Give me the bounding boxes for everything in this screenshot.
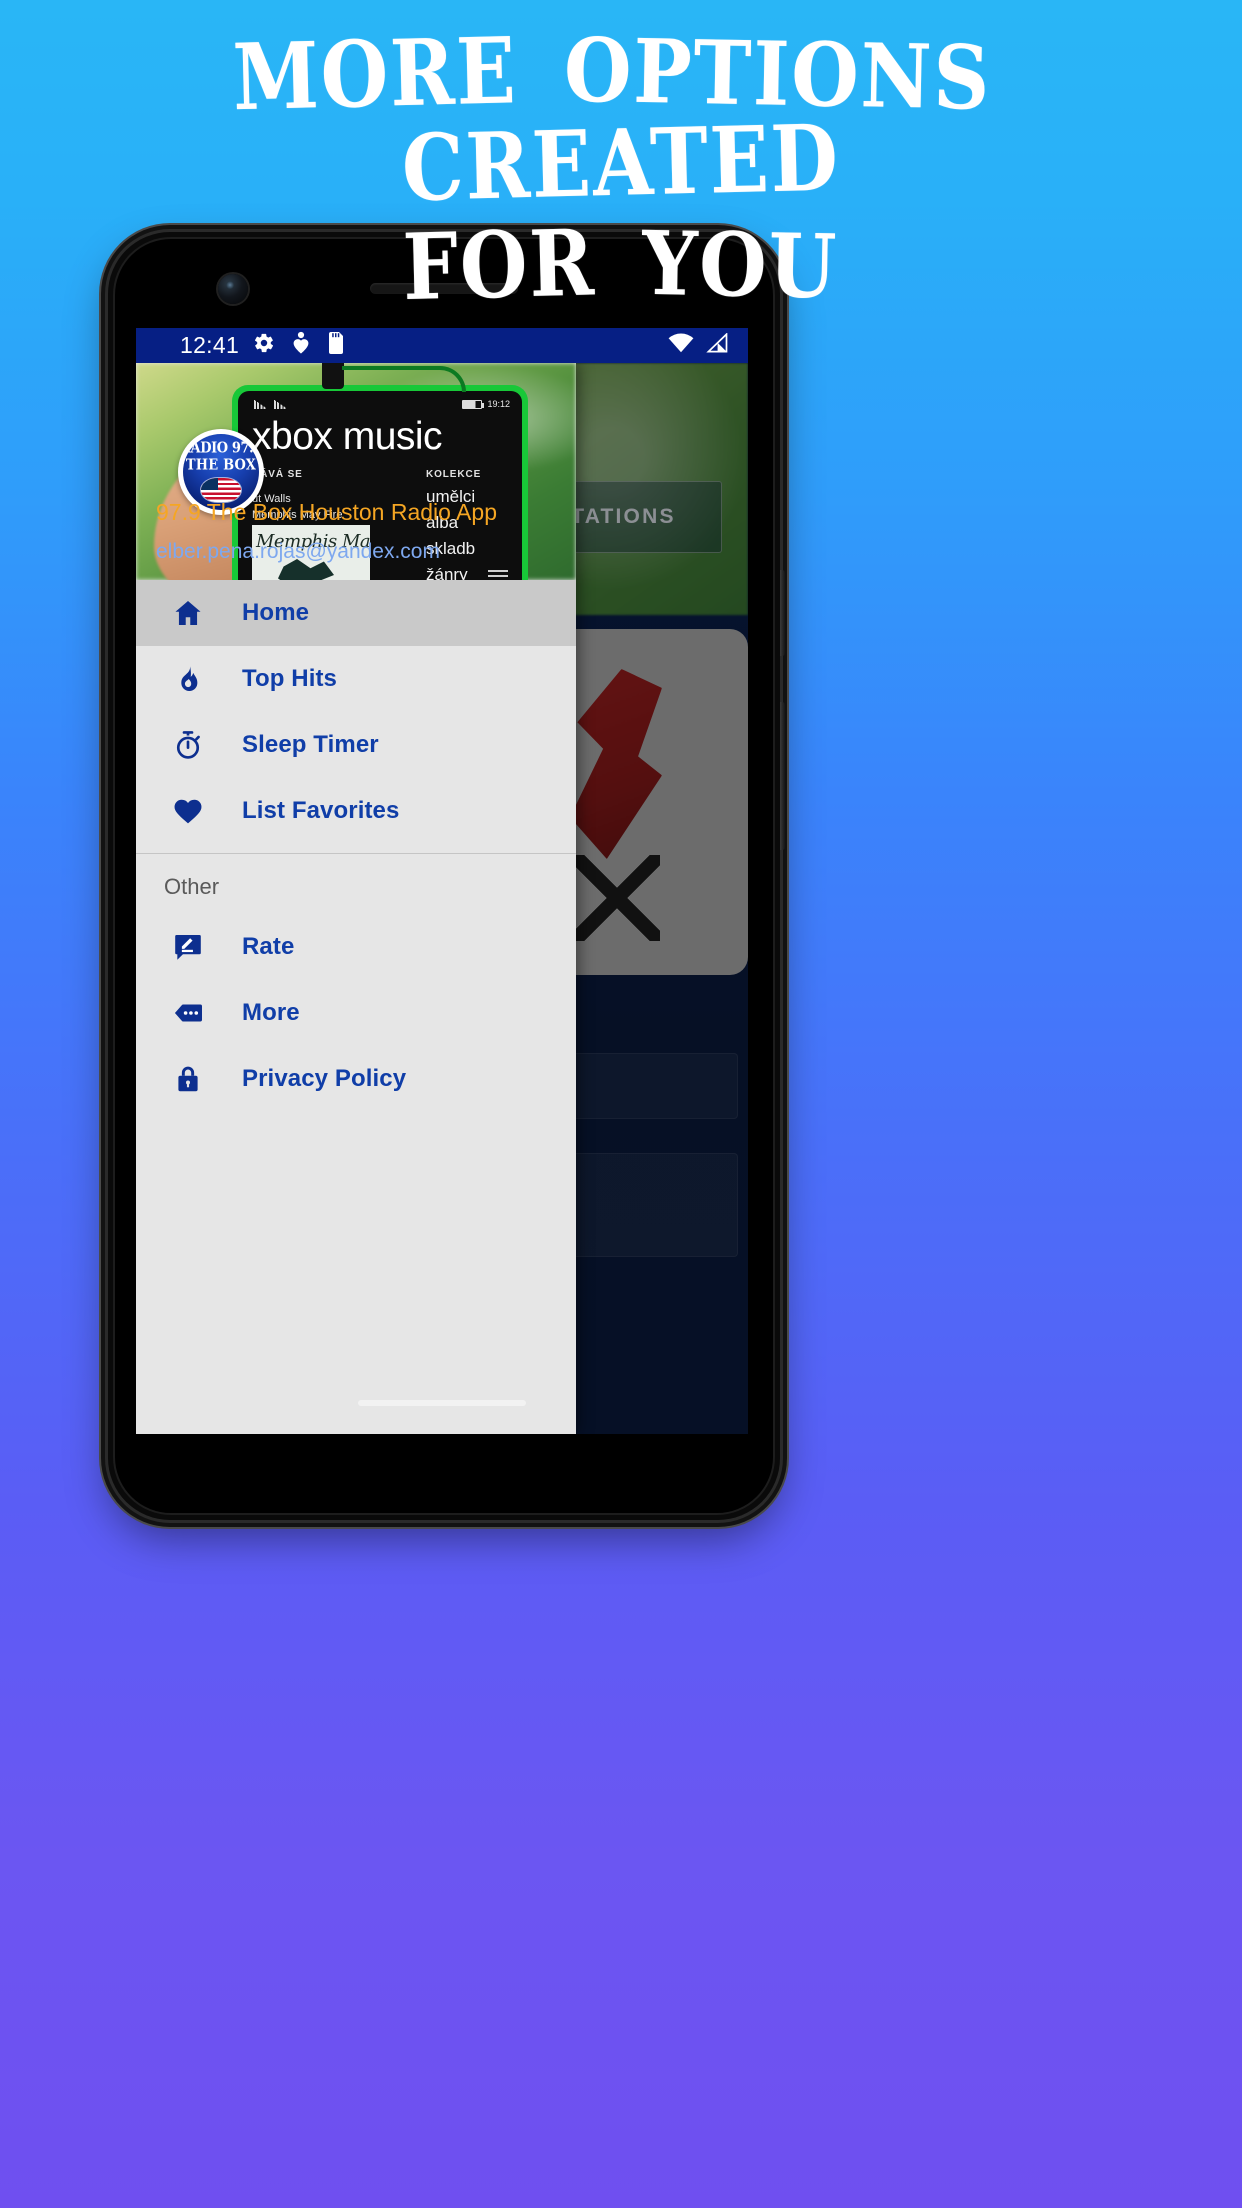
status-bar-right-icons — [668, 332, 734, 358]
drawer-menu: Home Top Hits Sleep Timer List Favorites… — [136, 580, 576, 1434]
status-bar-left-icons — [253, 331, 345, 360]
phone-mockup: 12:41 STATIONS 19:12 xbox music RÁVÁ SE … — [108, 232, 785, 1520]
photo-phone-signal-icon — [254, 399, 287, 409]
gear-icon — [253, 332, 275, 359]
station-logo-line-1: RADIO 97.9 — [183, 439, 259, 458]
photo-phone-statusbar: 19:12 — [254, 399, 510, 409]
sidebar-item-label: More — [242, 999, 300, 1026]
sidebar-item-home[interactable]: Home — [136, 580, 576, 646]
drawer-section-label: Other — [164, 874, 220, 899]
sd-card-icon — [327, 331, 345, 360]
earpiece-speaker — [370, 283, 518, 294]
headline-word: Created — [400, 105, 842, 223]
wifi-icon — [668, 333, 694, 358]
gesture-home-indicator[interactable] — [358, 1400, 526, 1406]
sidebar-item-label: Home — [242, 599, 310, 626]
sidebar-item-label: Sleep Timer — [242, 731, 379, 758]
sidebar-item-label: List Favorites — [242, 797, 400, 824]
sidebar-item-privacy-policy[interactable]: Privacy Policy — [136, 1046, 576, 1112]
photo-phone-clock-group: 19:12 — [462, 399, 510, 409]
status-bar-clock: 12:41 — [180, 332, 240, 358]
sidebar-item-top-hits[interactable]: Top Hits — [136, 646, 576, 712]
front-camera-icon — [218, 274, 248, 304]
battery-icon — [462, 399, 485, 409]
headline-word: More — [231, 17, 519, 132]
sidebar-item-list-favorites[interactable]: List Favorites — [136, 778, 576, 844]
phone-power-button[interactable] — [780, 570, 785, 656]
photo-phone-clock: 19:12 — [487, 399, 510, 409]
stopwatch-icon — [170, 729, 206, 761]
heart-location-icon — [292, 331, 310, 360]
phone-volume-button[interactable] — [780, 702, 785, 850]
sidebar-item-label: Top Hits — [242, 665, 338, 692]
sidebar-item-label: Privacy Policy — [242, 1065, 407, 1092]
sidebar-item-more[interactable]: More — [136, 980, 576, 1046]
sidebar-item-label: Rate — [242, 933, 295, 960]
photo-phone-col-right-header: KOLEKCE — [426, 469, 482, 480]
cell-signal-icon — [706, 332, 728, 358]
navigation-drawer: 19:12 xbox music RÁVÁ SE KOLEKCE ut Wall… — [136, 363, 576, 1434]
flame-icon — [170, 663, 206, 695]
drawer-account-email: elber.pena.rojas@yandex.com — [156, 540, 440, 563]
lock-icon — [170, 1063, 206, 1095]
home-icon — [170, 597, 206, 629]
photo-phone-cable — [322, 363, 466, 392]
station-logo-line-2: THE BOX — [185, 456, 257, 475]
headline-word: Options — [562, 18, 993, 131]
photo-phone-app-name: xbox music — [252, 415, 443, 458]
heart-icon — [170, 795, 206, 827]
drawer-header: 19:12 xbox music RÁVÁ SE KOLEKCE ut Wall… — [136, 363, 576, 580]
more-tag-icon — [170, 997, 206, 1029]
drawer-app-title: 97.9 The Box Houston Radio App — [156, 499, 497, 525]
sidebar-item-rate[interactable]: Rate — [136, 914, 576, 980]
list-item: žánry — [426, 565, 468, 580]
sidebar-item-sleep-timer[interactable]: Sleep Timer — [136, 712, 576, 778]
phone-screen: 12:41 STATIONS 19:12 xbox music RÁVÁ SE … — [136, 328, 748, 1434]
rate-review-icon — [170, 931, 206, 963]
headline-line-1: More Options Created — [0, 17, 1242, 222]
photo-phone-menu-icon — [488, 570, 508, 580]
status-bar: 12:41 — [136, 328, 748, 363]
